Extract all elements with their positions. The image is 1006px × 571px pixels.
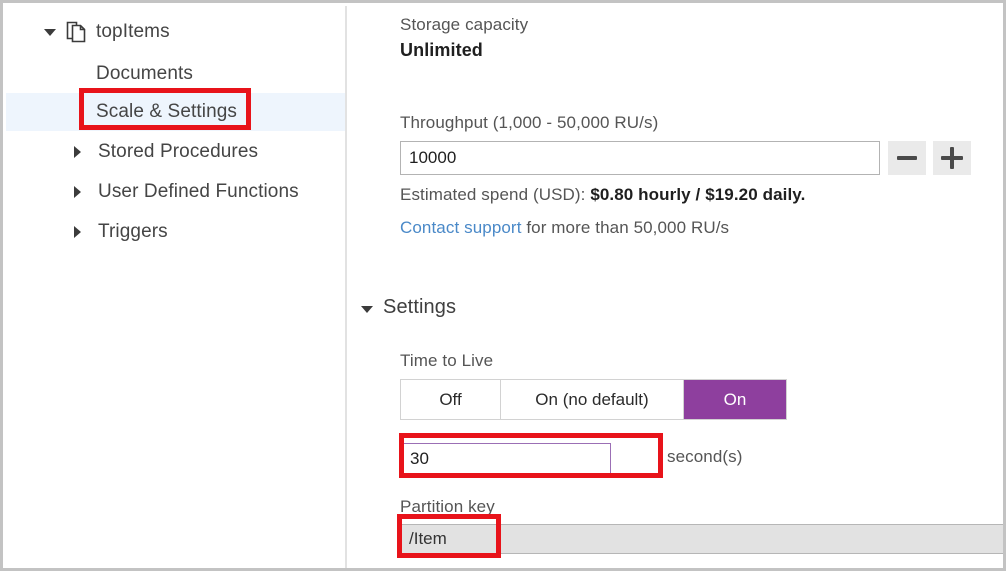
throughput-increment-button[interactable] [933,141,971,175]
throughput-decrement-button[interactable] [888,141,926,175]
estimated-spend-line: Estimated spend (USD): $0.80 hourly / $1… [400,185,805,205]
tree-item-label: Documents [96,63,193,85]
throughput-label: Throughput (1,000 - 50,000 RU/s) [400,113,658,133]
tree-item-documents[interactable]: Documents [6,55,345,93]
chevron-down-icon[interactable] [361,303,373,315]
ttl-option-on-no-default[interactable]: On (no default) [501,380,684,419]
contact-support-line: Contact support for more than 50,000 RU/… [400,218,729,238]
partition-key-input [400,524,1006,554]
collection-icon [66,20,88,44]
settings-section-header[interactable]: Settings [361,296,456,319]
time-to-live-seconds-input[interactable] [403,443,611,474]
storage-capacity-value: Unlimited [400,40,483,61]
tree-item-label: Scale & Settings [96,101,237,123]
contact-support-link[interactable]: Contact support [400,218,522,237]
tree-item-topitems[interactable]: topItems [6,13,345,51]
tree-item-label: topItems [96,21,170,43]
estimated-spend-value: $0.80 hourly / $19.20 daily. [590,185,805,204]
tree-item-label: User Defined Functions [98,181,299,203]
chevron-right-icon[interactable] [72,186,84,198]
ttl-option-on[interactable]: On [684,380,786,419]
chevron-right-icon[interactable] [72,226,84,238]
contact-support-suffix: for more than 50,000 RU/s [522,218,730,237]
estimated-spend-prefix: Estimated spend (USD): [400,185,590,204]
tree-item-stored-procedures[interactable]: Stored Procedures [6,133,345,171]
chevron-down-icon[interactable] [44,26,56,38]
resource-tree-sidebar: topItems Documents Scale & Settings Stor… [6,6,345,571]
tree-item-triggers[interactable]: Triggers [6,213,345,251]
storage-capacity-label: Storage capacity [400,15,528,35]
scale-and-settings-pane: Storage capacity Unlimited Throughput (1… [347,6,1003,565]
partition-key-label: Partition key [400,497,495,517]
plus-icon [941,147,963,169]
app-window: topItems Documents Scale & Settings Stor… [0,0,1006,571]
settings-section-title: Settings [383,296,456,319]
time-to-live-label: Time to Live [400,351,493,371]
ttl-option-off[interactable]: Off [401,380,501,419]
time-to-live-segmented-control: Off On (no default) On [400,379,787,420]
throughput-input[interactable] [400,141,880,175]
chevron-right-icon[interactable] [72,146,84,158]
tree-item-scale-and-settings[interactable]: Scale & Settings [6,93,345,131]
minus-icon [897,156,917,160]
tree-item-label: Stored Procedures [98,141,258,163]
tree-item-label: Triggers [98,221,168,243]
time-to-live-units-label: second(s) [667,447,743,467]
tree-item-user-defined-functions[interactable]: User Defined Functions [6,173,345,211]
